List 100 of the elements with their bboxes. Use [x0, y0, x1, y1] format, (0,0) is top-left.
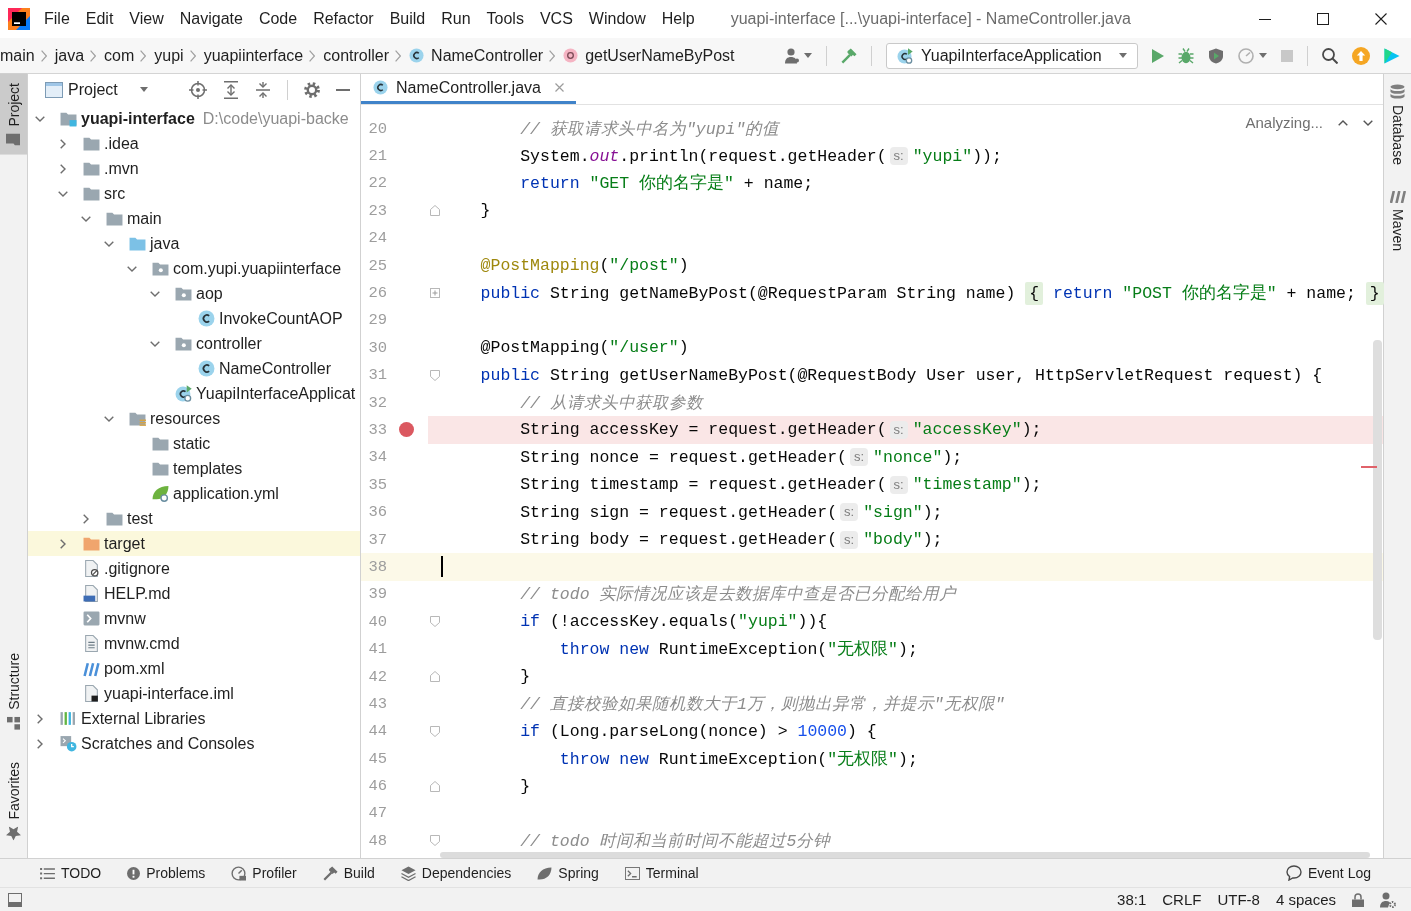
chevron-down-icon[interactable] — [1363, 119, 1373, 126]
fold-up-marker-icon[interactable] — [429, 780, 440, 792]
caret-position[interactable]: 38:1 — [1117, 891, 1147, 908]
fold-up-marker-icon[interactable] — [429, 205, 440, 217]
tree-item[interactable]: mvnw — [83, 609, 146, 628]
person-gear-icon[interactable] — [1380, 891, 1396, 908]
tree-item[interactable]: aop — [175, 284, 223, 303]
chevron-down-icon[interactable] — [35, 115, 45, 122]
account-menu-button[interactable] — [785, 47, 812, 64]
tool-window-button[interactable]: Problems — [127, 865, 206, 881]
menu-item[interactable]: View — [129, 9, 164, 29]
chevron-right-icon[interactable] — [60, 538, 66, 549]
tool-window-tab[interactable]: Database — [1384, 82, 1411, 167]
tool-window-button[interactable]: Profiler — [231, 865, 297, 881]
chevron-down-icon[interactable] — [127, 265, 137, 272]
tree-item[interactable]: static — [152, 434, 211, 453]
horizontal-scrollbar-thumb[interactable] — [440, 852, 1370, 858]
shield-icon[interactable] — [1208, 47, 1224, 64]
breadcrumb-item[interactable]: NameController — [409, 46, 544, 65]
menu-item[interactable]: File — [44, 9, 70, 29]
menu-item[interactable]: Code — [258, 9, 298, 29]
tool-window-tab[interactable]: Project — [0, 74, 27, 155]
vertical-scrollbar-thumb[interactable] — [1373, 340, 1382, 640]
minimize-icon[interactable] — [1259, 18, 1271, 20]
breadcrumb-item[interactable]: getUserNameByPost — [563, 46, 735, 65]
menu-item[interactable]: Tools — [486, 9, 524, 29]
chevron-down-icon[interactable] — [81, 215, 91, 222]
tool-window-button[interactable]: TODO — [40, 865, 102, 881]
editor-tab[interactable]: NameController.java — [361, 74, 576, 104]
lock-icon[interactable] — [1352, 892, 1364, 907]
expand-all-icon[interactable] — [223, 80, 239, 99]
tool-window-button[interactable]: Build — [322, 865, 375, 881]
indent-setting[interactable]: 4 spaces — [1275, 891, 1336, 908]
menu-item[interactable]: Build — [389, 9, 426, 29]
breadcrumb-item[interactable]: controller — [323, 46, 390, 65]
tree-item[interactable]: target — [83, 534, 145, 553]
tool-window-button[interactable]: Dependencies — [400, 865, 512, 881]
crosshair-icon[interactable] — [189, 80, 207, 99]
tree-item[interactable]: resources — [129, 409, 221, 428]
chevron-right-icon[interactable] — [60, 163, 66, 174]
menu-item[interactable]: Navigate — [179, 9, 243, 29]
tree-item[interactable]: Scratches and Consoles — [60, 734, 255, 753]
run-configuration-dropdown[interactable]: YuapiInterfaceApplication — [886, 42, 1138, 69]
tree-item[interactable]: controller — [175, 334, 262, 353]
menu-item[interactable]: Window — [588, 9, 646, 29]
menu-item[interactable]: VCS — [539, 9, 573, 29]
tree-item[interactable]: External Libraries — [60, 709, 206, 728]
fold-down-marker-icon[interactable] — [429, 725, 440, 737]
tree-item[interactable]: com.yupi.yuapiinterface — [152, 259, 342, 278]
tree-item[interactable]: templates — [152, 459, 243, 478]
tree-item[interactable]: .idea — [83, 134, 139, 153]
menu-item[interactable]: Edit — [85, 9, 114, 29]
hammer-icon[interactable] — [841, 47, 857, 64]
tree-item[interactable]: test — [106, 509, 153, 528]
breakpoint-icon[interactable] — [399, 422, 414, 438]
menu-item[interactable]: Run — [441, 9, 471, 29]
tree-item[interactable]: main — [106, 209, 162, 228]
play-icon[interactable] — [1152, 48, 1164, 63]
tool-window-tab[interactable]: Maven — [1384, 188, 1411, 253]
tree-item[interactable]: mvnw.cmd — [83, 634, 180, 653]
menu-item[interactable]: Refactor — [313, 9, 374, 29]
tree-item[interactable]: InvokeCountAOP — [198, 309, 343, 328]
maximize-icon[interactable] — [1317, 13, 1329, 25]
tool-window-button[interactable]: Terminal — [624, 865, 699, 881]
tree-item[interactable]: .gitignore — [83, 559, 170, 578]
chevron-up-icon[interactable] — [1338, 119, 1348, 126]
fold-up-marker-icon[interactable] — [429, 671, 440, 682]
tool-window-tab[interactable]: Favorites — [0, 753, 27, 850]
tree-item[interactable]: pom.xml — [83, 659, 165, 678]
tree-item[interactable]: src — [83, 184, 126, 203]
fold-down-marker-icon[interactable] — [429, 616, 440, 628]
chevron-right-icon[interactable] — [37, 738, 43, 749]
chevron-right-icon[interactable] — [83, 513, 89, 524]
breadcrumb-item[interactable]: yuapiinterface — [203, 46, 304, 65]
tree-item[interactable]: yuapi-interface D:\code\yuapi-backe — [60, 109, 349, 128]
breadcrumb-item[interactable]: yupi — [154, 46, 184, 65]
close-icon[interactable] — [1375, 13, 1387, 25]
chevron-down-icon[interactable] — [58, 190, 68, 197]
chevron-right-icon[interactable] — [37, 713, 43, 724]
file-encoding[interactable]: UTF-8 — [1217, 891, 1260, 908]
chevron-down-icon[interactable] — [104, 240, 114, 247]
settings-icon[interactable] — [304, 81, 320, 98]
fold-down-marker-icon[interactable] — [429, 369, 440, 381]
chevron-right-icon[interactable] — [60, 138, 66, 149]
tree-item[interactable]: yuapi-interface.iml — [83, 684, 234, 703]
bug-icon[interactable] — [1178, 47, 1194, 64]
chevron-down-icon[interactable] — [150, 290, 160, 297]
tree-item[interactable]: application.yml — [152, 484, 279, 503]
breadcrumb-item[interactable]: java — [54, 46, 85, 65]
breadcrumb-item[interactable]: com — [104, 46, 135, 65]
profiler-menu-button[interactable] — [1238, 47, 1267, 64]
tree-item[interactable]: YuapiInterfaceApplicat — [175, 384, 356, 403]
line-separator[interactable]: CRLF — [1162, 891, 1202, 908]
chevron-down-icon[interactable] — [150, 340, 160, 347]
tool-window-button[interactable]: Spring — [537, 865, 599, 881]
tool-window-tab[interactable]: Structure — [0, 643, 27, 739]
tree-item[interactable]: NameController — [198, 359, 332, 378]
breadcrumb-item[interactable]: main — [0, 46, 35, 65]
tree-item[interactable]: java — [129, 234, 180, 253]
panel-toggle-icon[interactable] — [8, 892, 22, 907]
